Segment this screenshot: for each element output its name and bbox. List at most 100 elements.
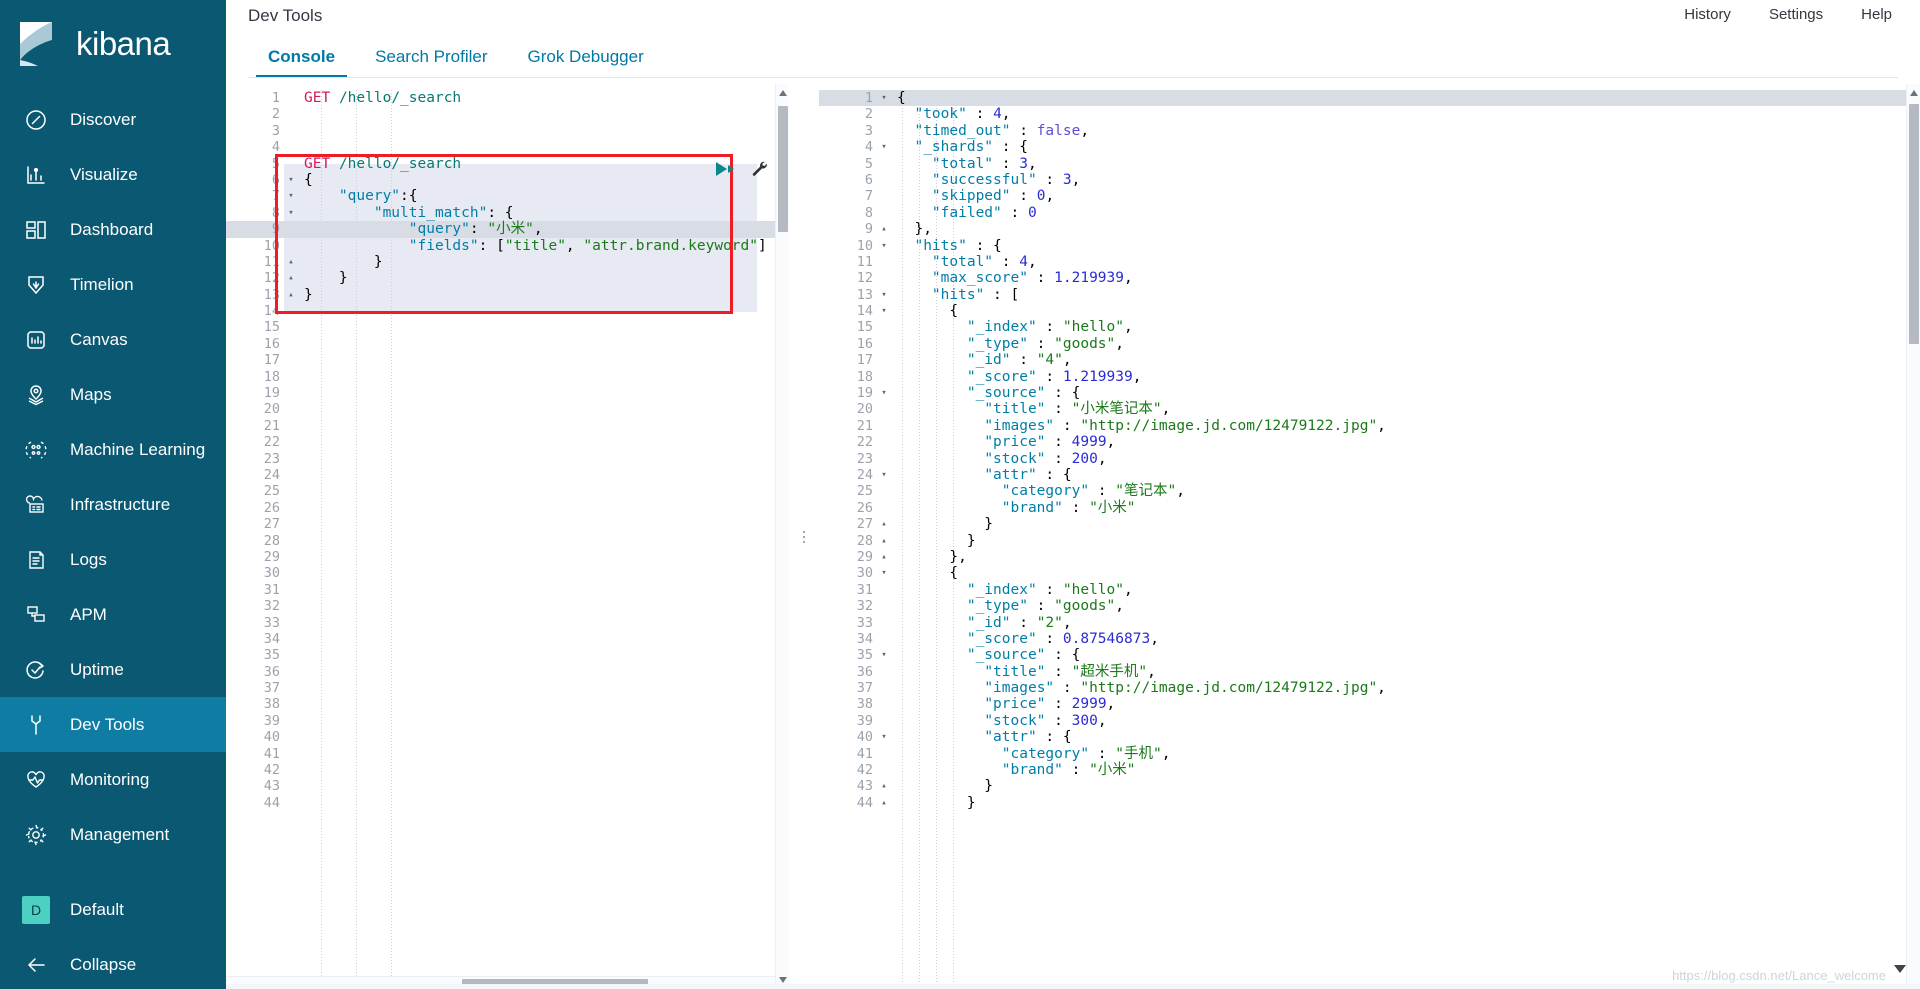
code-line[interactable]: 6 ▾{ xyxy=(226,172,789,188)
response-vertical-scrollbar[interactable] xyxy=(1906,84,1920,989)
fold-toggle-icon[interactable]: ▾ xyxy=(877,467,891,483)
response-code[interactable]: 1 ▾{2 "took" : 4, 3 "timed_out" : false, 4 ▾… xyxy=(819,90,1920,989)
code-line[interactable]: 38 xyxy=(226,696,789,712)
code-line[interactable]: 8 ▾ "multi_match": { xyxy=(226,205,789,221)
fold-toggle-icon[interactable]: ▴ xyxy=(284,287,298,303)
code-line[interactable]: 23 "stock" : 200, xyxy=(819,451,1920,467)
fold-toggle-icon[interactable]: ▴ xyxy=(877,549,891,565)
code-line[interactable]: 16 xyxy=(226,336,789,352)
code-line[interactable]: 20 xyxy=(226,401,789,417)
request-vertical-scrollbar[interactable] xyxy=(775,84,789,989)
sidebar-item-apm[interactable]: APM xyxy=(0,587,226,642)
sidebar-item-visualize[interactable]: Visualize xyxy=(0,147,226,202)
code-line[interactable]: 37 xyxy=(226,680,789,696)
code-line[interactable]: 25 xyxy=(226,483,789,499)
sidebar-item-dev-tools[interactable]: Dev Tools xyxy=(0,697,226,752)
code-line[interactable]: 7 "skipped" : 0, xyxy=(819,188,1920,204)
code-line[interactable]: 37 "images" : "http://image.jd.com/12479… xyxy=(819,680,1920,696)
splitter-grip-icon[interactable] xyxy=(803,530,805,543)
code-line[interactable]: 9 ▴ }, xyxy=(819,221,1920,237)
tab-search-profiler[interactable]: Search Profiler xyxy=(355,36,507,78)
code-line[interactable]: 39 xyxy=(226,713,789,729)
fold-toggle-icon[interactable]: ▾ xyxy=(284,172,298,188)
code-line[interactable]: 17 xyxy=(226,352,789,368)
code-line[interactable]: 32 "_type" : "goods", xyxy=(819,598,1920,614)
code-line[interactable]: 16 "_type" : "goods", xyxy=(819,336,1920,352)
help-link[interactable]: Help xyxy=(1861,6,1892,23)
code-line[interactable]: 39 "stock" : 300, xyxy=(819,713,1920,729)
brand[interactable]: kibana xyxy=(0,0,226,88)
history-link[interactable]: History xyxy=(1684,6,1731,23)
fold-toggle-icon[interactable]: ▴ xyxy=(284,254,298,270)
settings-link[interactable]: Settings xyxy=(1769,6,1823,23)
code-line[interactable]: 21 "images" : "http://image.jd.com/12479… xyxy=(819,418,1920,434)
code-line[interactable]: 4 ▾ "_shards" : { xyxy=(819,139,1920,155)
code-line[interactable]: 19 ▾ "_source" : { xyxy=(819,385,1920,401)
tab-console[interactable]: Console xyxy=(248,36,355,78)
request-editor-pane[interactable]: 1 GET /hello/_search 2 3 4 5 GET /hello/_se… xyxy=(226,84,789,989)
fold-toggle-icon[interactable]: ▾ xyxy=(877,139,891,155)
code-line[interactable]: 15 xyxy=(226,319,789,335)
code-line[interactable]: 32 xyxy=(226,598,789,614)
code-line[interactable]: 33 xyxy=(226,615,789,631)
code-line[interactable]: 28 xyxy=(226,533,789,549)
code-line[interactable]: 42 xyxy=(226,762,789,778)
fold-toggle-icon[interactable]: ▾ xyxy=(877,287,891,303)
code-line[interactable]: 34 xyxy=(226,631,789,647)
code-line[interactable]: 44 ▴ } xyxy=(819,795,1920,811)
scrollbar-thumb[interactable] xyxy=(778,106,788,232)
fold-toggle-icon[interactable]: ▴ xyxy=(877,778,891,794)
fold-toggle-icon[interactable]: ▾ xyxy=(284,188,298,204)
code-line[interactable]: 24 ▾ "attr" : { xyxy=(819,467,1920,483)
code-line[interactable]: 40 xyxy=(226,729,789,745)
code-line[interactable]: 14 xyxy=(226,303,789,319)
fold-toggle-icon[interactable]: ▴ xyxy=(877,795,891,811)
code-line[interactable]: 10 "fields": ["title", "attr.brand.keywo… xyxy=(226,238,789,254)
code-line[interactable]: 26 "brand" : "小米" xyxy=(819,500,1920,516)
code-line[interactable]: 8 "failed" : 0 xyxy=(819,205,1920,221)
code-line[interactable]: 12 ▴ } xyxy=(226,270,789,286)
fold-toggle-icon[interactable]: ▾ xyxy=(877,647,891,663)
sidebar-item-machine-learning[interactable]: Machine Learning xyxy=(0,422,226,477)
sidebar-item-timelion[interactable]: Timelion xyxy=(0,257,226,312)
sidebar-item-canvas[interactable]: Canvas xyxy=(0,312,226,367)
code-line[interactable]: 29 ▴ }, xyxy=(819,549,1920,565)
code-line[interactable]: 35 ▾ "_source" : { xyxy=(819,647,1920,663)
code-line[interactable]: 7 ▾ "query":{ xyxy=(226,188,789,204)
code-line[interactable]: 2 "took" : 4, xyxy=(819,106,1920,122)
code-line[interactable]: 9 "query": "小米", xyxy=(226,221,789,238)
fold-toggle-icon[interactable]: ▾ xyxy=(877,729,891,745)
code-line[interactable]: 29 xyxy=(226,549,789,565)
request-actions-menu-button[interactable] xyxy=(748,158,768,182)
code-line[interactable]: 14 ▾ { xyxy=(819,303,1920,319)
code-line[interactable]: 33 "_id" : "2", xyxy=(819,615,1920,631)
code-line[interactable]: 13 ▾ "hits" : [ xyxy=(819,287,1920,303)
code-line[interactable]: 36 "title" : "超米手机", xyxy=(819,664,1920,680)
code-line[interactable]: 40 ▾ "attr" : { xyxy=(819,729,1920,745)
scroll-up-arrow-icon[interactable] xyxy=(1910,90,1918,96)
code-line[interactable]: 35 xyxy=(226,647,789,663)
request-editor[interactable]: 1 GET /hello/_search 2 3 4 5 GET /hello/_se… xyxy=(226,84,789,989)
scroll-up-arrow-icon[interactable] xyxy=(779,90,787,96)
code-line[interactable]: 41 "category" : "手机", xyxy=(819,746,1920,762)
code-line[interactable]: 41 xyxy=(226,746,789,762)
code-line[interactable]: 27 xyxy=(226,516,789,532)
code-line[interactable]: 22 "price" : 4999, xyxy=(819,434,1920,450)
tab-grok-debugger[interactable]: Grok Debugger xyxy=(508,36,664,78)
fold-toggle-icon[interactable]: ▾ xyxy=(877,385,891,401)
code-line[interactable]: 43 ▴ } xyxy=(819,778,1920,794)
scroll-down-arrow-icon[interactable] xyxy=(779,977,787,983)
response-viewer-pane[interactable]: 1 ▾{2 "took" : 4, 3 "timed_out" : false, 4 ▾… xyxy=(819,84,1920,989)
code-line[interactable]: 12 "max_score" : 1.219939, xyxy=(819,270,1920,286)
sidebar-item-maps[interactable]: Maps xyxy=(0,367,226,422)
code-line[interactable]: 30 ▾ { xyxy=(819,565,1920,581)
code-line[interactable]: 26 xyxy=(226,500,789,516)
send-request-button[interactable] xyxy=(716,162,734,176)
code-line[interactable]: 1 GET /hello/_search xyxy=(226,90,789,106)
code-line[interactable]: 22 xyxy=(226,434,789,450)
code-line[interactable]: 10 ▾ "hits" : { xyxy=(819,238,1920,254)
code-line[interactable]: 23 xyxy=(226,451,789,467)
code-line[interactable]: 18 "_score" : 1.219939, xyxy=(819,369,1920,385)
fold-toggle-icon[interactable]: ▴ xyxy=(877,221,891,237)
code-line[interactable]: 34 "_score" : 0.87546873, xyxy=(819,631,1920,647)
